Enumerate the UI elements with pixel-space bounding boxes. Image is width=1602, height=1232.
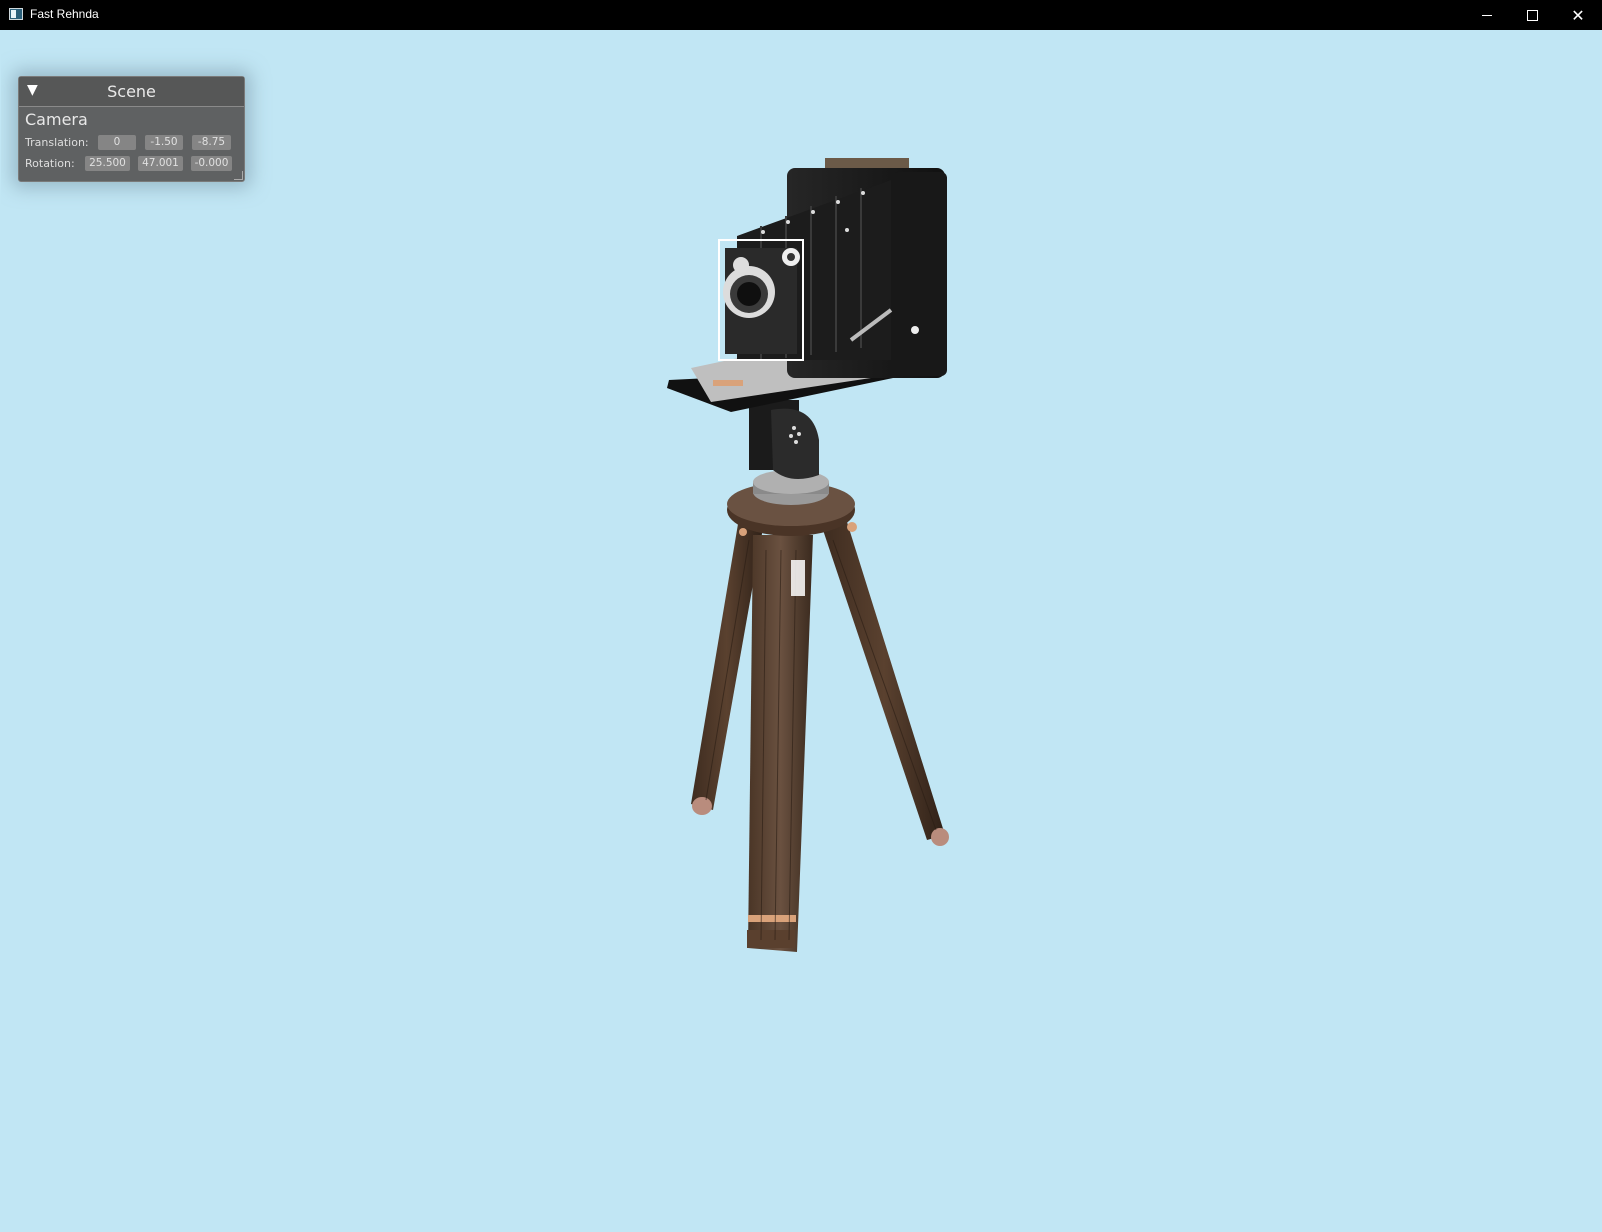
tripod-leg-right bbox=[823, 522, 945, 840]
maximize-icon bbox=[1526, 9, 1538, 21]
scene-panel-header[interactable]: ▼ Scene bbox=[19, 77, 244, 107]
minimize-button[interactable] bbox=[1464, 0, 1510, 30]
window-title: Fast Rehnda bbox=[30, 7, 99, 21]
title-bar: Fast Rehnda ✕ bbox=[0, 0, 1602, 30]
rotation-x-field[interactable]: 25.500 bbox=[85, 156, 130, 171]
rotation-label: Rotation: bbox=[25, 157, 75, 170]
close-icon: ✕ bbox=[1571, 5, 1585, 25]
tripod bbox=[691, 470, 949, 952]
minimize-icon bbox=[1482, 14, 1492, 16]
translation-z-field[interactable]: -8.75 bbox=[192, 135, 231, 150]
scene-panel[interactable]: ▼ Scene Camera Translation: 0 -1.50 -8.7… bbox=[18, 76, 245, 182]
translation-label: Translation: bbox=[25, 136, 89, 149]
translation-x-field[interactable]: 0 bbox=[98, 135, 136, 150]
vintage-folding-camera bbox=[667, 158, 947, 412]
app-icon bbox=[9, 8, 23, 20]
resize-grip-icon[interactable] bbox=[234, 171, 243, 180]
3d-scene-render bbox=[667, 158, 949, 952]
translation-y-field[interactable]: -1.50 bbox=[145, 135, 183, 150]
maximize-button[interactable] bbox=[1509, 0, 1555, 30]
pan-head bbox=[749, 400, 819, 479]
render-viewport[interactable]: ▼ Scene Camera Translation: 0 -1.50 -8.7… bbox=[1, 30, 1601, 1232]
rotation-z-field[interactable]: -0.000 bbox=[191, 156, 232, 171]
scene-panel-title: Scene bbox=[107, 82, 156, 101]
close-button[interactable]: ✕ bbox=[1555, 0, 1601, 30]
rotation-y-field[interactable]: 47.001 bbox=[138, 156, 183, 171]
camera-section-title: Camera bbox=[25, 110, 88, 129]
